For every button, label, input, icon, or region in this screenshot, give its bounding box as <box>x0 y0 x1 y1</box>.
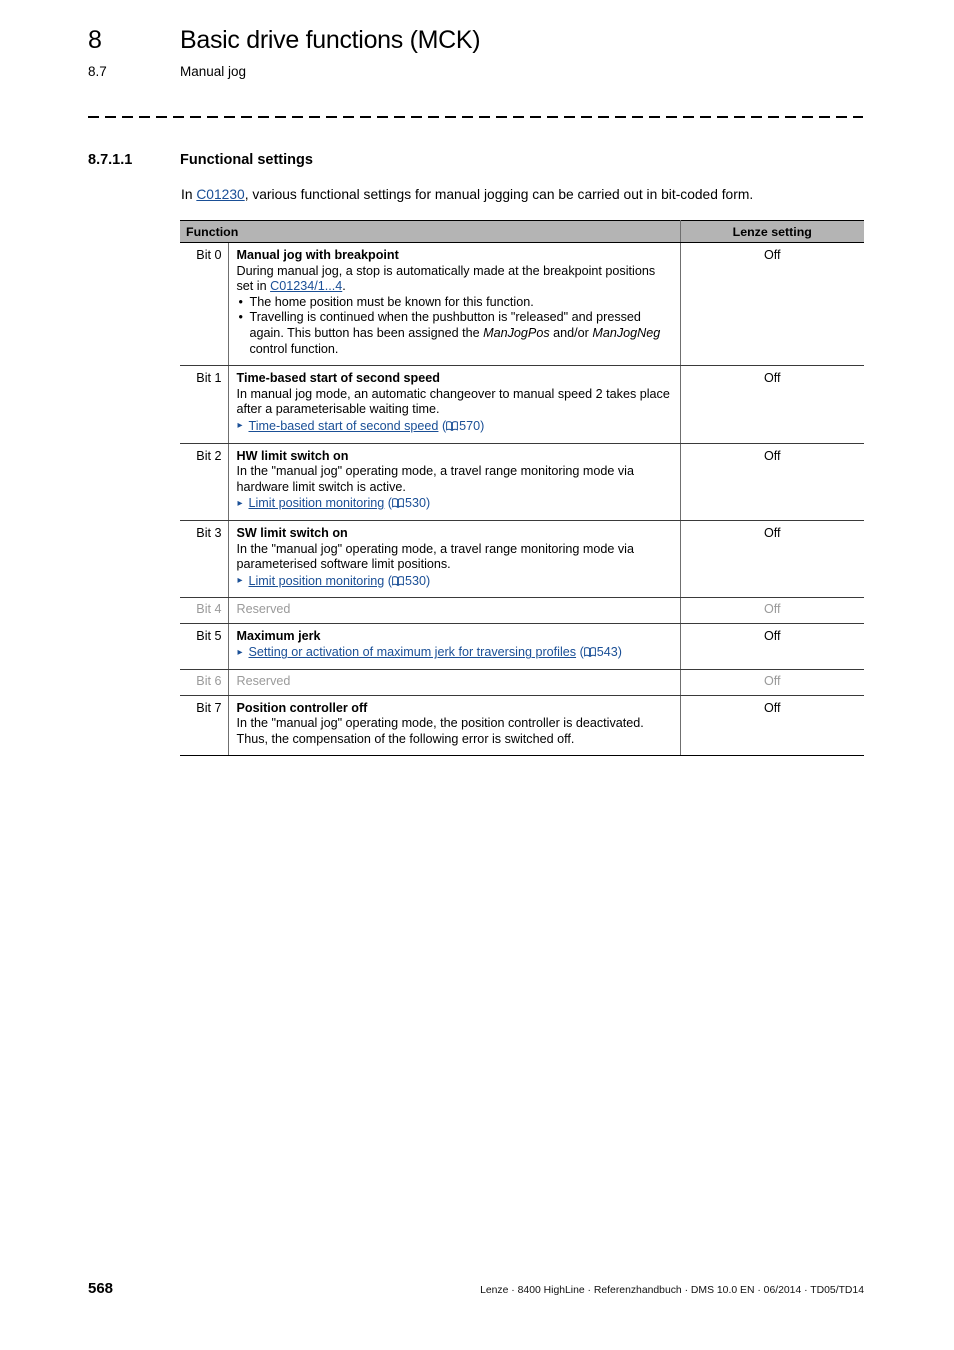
chapter-title: Basic drive functions (MCK) <box>180 26 481 54</box>
running-head-chapter-row: 8 Basic drive functions (MCK) <box>88 26 868 55</box>
bit-title: HW limit switch on <box>236 448 349 463</box>
section-title-head: Manual jog <box>180 64 247 79</box>
bit-label: Bit 0 <box>180 242 228 367</box>
parameter-link-c01234[interactable]: C01234/1...4 <box>270 279 342 293</box>
bit-title: Manual jog with breakpoint <box>236 248 399 262</box>
bit-description: Maximum jerk Setting or activation of ma… <box>227 623 680 671</box>
lenze-setting-value: Off <box>679 443 864 521</box>
section-heading: 8.7.1.1 Functional settings <box>88 152 313 168</box>
bullet-part-2: and/or <box>549 325 593 340</box>
table-row: Bit 7 Position controller off In the "ma… <box>180 695 864 757</box>
table-row: Bit 1 Time-based start of second speed I… <box>180 365 864 444</box>
running-head-section-row: 8.7 Manual jog <box>88 64 868 79</box>
table-header-row: Function Lenze setting <box>180 220 864 243</box>
bit-title: Maximum jerk <box>236 628 321 643</box>
table-row: Bit 4 Reserved Off <box>180 597 864 624</box>
control-function-manjogpos: ManJogPos <box>483 325 550 340</box>
cross-reference-page-number: 530 <box>405 496 427 511</box>
section-number: 8.7.1.1 <box>88 152 133 168</box>
bit-bullet-list: The home position must be known for this… <box>237 295 672 357</box>
lenze-setting-value: Off <box>679 669 864 696</box>
cross-reference-label[interactable]: Setting or activation of maximum jerk fo… <box>249 645 577 659</box>
bit-body: During manual jog, a stop is automatical… <box>237 264 672 295</box>
book-icon <box>583 646 596 658</box>
bit-label: Bit 2 <box>180 443 228 521</box>
bit-description: Time-based start of second speed In manu… <box>227 365 680 444</box>
dashed-divider <box>88 116 863 118</box>
bit-body: In the "manual jog" operating mode, the … <box>236 716 644 746</box>
cross-reference[interactable]: Limit position monitoring (530) <box>237 573 672 590</box>
bit-description: SW limit switch on In the "manual jog" o… <box>227 520 680 599</box>
table-row: Bit 2 HW limit switch on In the "manual … <box>180 443 864 521</box>
list-item: Travelling is continued when the pushbut… <box>237 310 672 357</box>
functional-settings-table: Function Lenze setting Bit 0 Manual jog … <box>180 220 864 757</box>
bit-description: HW limit switch on In the "manual jog" o… <box>227 443 680 521</box>
bit-body: In the "manual jog" operating mode, a tr… <box>236 464 634 494</box>
table-row: Bit 0 Manual jog with breakpoint During … <box>180 242 864 367</box>
footer-reference: Lenze · 8400 HighLine · Referenzhandbuch… <box>480 1285 864 1296</box>
cross-reference-label[interactable]: Time-based start of second speed <box>249 419 439 433</box>
bit-label: Bit 6 <box>180 669 228 696</box>
page-footer: 568 Lenze · 8400 HighLine · Referenzhand… <box>88 1280 864 1297</box>
book-icon <box>392 497 404 509</box>
cross-reference-page-number: 530 <box>405 573 427 588</box>
bullet-part-3: control function. <box>249 341 339 356</box>
page-title: Functional settings <box>180 152 313 168</box>
lenze-setting-value: Off <box>679 520 864 599</box>
lenze-setting-value: Off <box>679 597 864 624</box>
column-header-lenze-setting: Lenze setting <box>680 220 864 243</box>
bit-body: In manual jog mode, an automatic changeo… <box>236 386 670 417</box>
bit-label: Bit 4 <box>180 597 228 624</box>
bit-body-after-link: . <box>342 279 346 294</box>
bit-label: Bit 5 <box>180 623 228 671</box>
lenze-setting-value: Off <box>679 365 864 444</box>
running-head: 8 Basic drive functions (MCK) 8.7 Manual… <box>88 26 868 79</box>
bit-title: SW limit switch on <box>236 525 348 540</box>
list-item: The home position must be known for this… <box>237 295 672 311</box>
cross-reference-page: (530) <box>387 573 431 588</box>
intro-paragraph: In C01230, various functional settings f… <box>181 186 881 204</box>
bit-description: Reserved <box>227 669 680 696</box>
table-row: Bit 3 SW limit switch on In the "manual … <box>180 520 864 599</box>
intro-text-after: , various functional settings for manual… <box>244 187 754 202</box>
cross-reference-label[interactable]: Limit position monitoring <box>249 496 385 510</box>
cross-reference-page: (570) <box>441 418 485 433</box>
bit-title: Position controller off <box>236 700 368 715</box>
cross-reference-page: (530) <box>387 496 431 511</box>
cross-reference-label[interactable]: Limit position monitoring <box>249 574 385 588</box>
table-row: Bit 5 Maximum jerk Setting or activation… <box>180 623 864 671</box>
section-number-head: 8.7 <box>88 64 107 79</box>
control-function-manjogneg: ManJogNeg <box>592 325 661 340</box>
lenze-setting-value: Off <box>679 623 864 671</box>
cross-reference-page-number: 570 <box>459 418 481 433</box>
cross-reference[interactable]: Time-based start of second speed (570) <box>237 418 672 435</box>
cross-reference-page-number: 543 <box>596 645 618 660</box>
bit-description: Reserved <box>227 597 680 624</box>
bit-title: Time-based start of second speed <box>236 371 440 386</box>
parameter-link-c01230[interactable]: C01230 <box>196 187 244 202</box>
bit-label: Bit 1 <box>180 365 228 444</box>
lenze-setting-value: Off <box>679 695 864 757</box>
cross-reference[interactable]: Setting or activation of maximum jerk fo… <box>237 645 672 661</box>
book-icon <box>392 575 404 586</box>
column-header-function: Function <box>180 220 681 243</box>
bit-description: Position controller off In the "manual j… <box>227 695 680 757</box>
cross-reference-page: (543) <box>579 645 622 660</box>
cross-reference[interactable]: Limit position monitoring (530) <box>237 496 672 512</box>
page-number: 568 <box>88 1280 114 1297</box>
document-page: 8 Basic drive functions (MCK) 8.7 Manual… <box>0 0 954 1350</box>
bit-description: Manual jog with breakpoint During manual… <box>227 242 680 367</box>
bit-label: Bit 3 <box>180 520 228 599</box>
book-icon <box>446 420 459 432</box>
lenze-setting-value: Off <box>679 242 864 367</box>
bit-body: In the "manual jog" operating mode, a tr… <box>236 541 634 572</box>
table-row: Bit 6 Reserved Off <box>180 669 864 696</box>
bit-label: Bit 7 <box>180 695 228 757</box>
chapter-number: 8 <box>88 26 102 54</box>
intro-text-before: In <box>181 187 197 202</box>
